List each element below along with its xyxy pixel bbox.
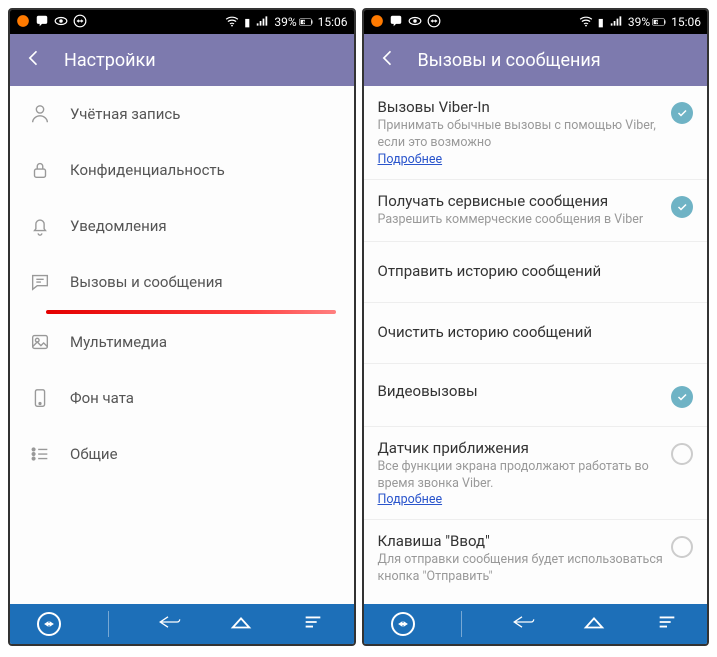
settings-label: Уведомления xyxy=(70,217,167,235)
user-icon xyxy=(28,102,52,126)
settings-row-general[interactable]: Общие xyxy=(10,426,354,482)
checkbox-checked-icon[interactable] xyxy=(671,386,693,408)
nav-back-icon[interactable] xyxy=(509,611,535,637)
battery-indicator: 39% xyxy=(274,15,312,29)
teamviewer-status-icon xyxy=(427,14,441,31)
item-subtitle: Для отправки сообщения будет использоват… xyxy=(378,552,664,586)
viber-icon xyxy=(389,14,403,31)
settings-label: Учётная запись xyxy=(70,105,180,123)
item-subtitle: Разрешить коммерческие сообщения в Viber xyxy=(378,212,664,229)
item-title: Очистить историю сообщений xyxy=(378,323,694,341)
teamviewer-nav-icon[interactable] xyxy=(37,612,61,636)
settings-list: Учётная запись Конфиденциальность Уведом… xyxy=(10,86,354,604)
settings-row-media[interactable]: Мультимедиа xyxy=(10,314,354,370)
item-video-calls[interactable]: Видеовызовы xyxy=(364,364,708,427)
viber-icon xyxy=(35,14,49,31)
item-viber-in[interactable]: Вызовы Viber-In Принимать обычные вызовы… xyxy=(364,86,708,180)
status-bar: ▮ 39% 15:06 xyxy=(10,10,354,34)
app-bar: Настройки xyxy=(10,34,354,86)
settings-label: Общие xyxy=(70,445,118,463)
item-title: Видеовызовы xyxy=(378,382,664,400)
signal-icon: ▮ xyxy=(244,16,250,29)
settings-label: Фон чата xyxy=(70,389,134,407)
item-title: Датчик приближения xyxy=(378,439,664,457)
item-link[interactable]: Подробнее xyxy=(378,492,664,507)
item-link[interactable]: Подробнее xyxy=(378,152,664,167)
settings-label: Конфиденциальность xyxy=(70,161,225,179)
item-service-messages[interactable]: Получать сервисные сообщения Разрешить к… xyxy=(364,180,708,242)
app-bar-title: Вызовы и сообщения xyxy=(418,50,601,71)
item-title: Вызовы Viber-In xyxy=(378,98,664,116)
settings-row-account[interactable]: Учётная запись xyxy=(10,86,354,142)
item-proximity[interactable]: Датчик приближения Все функции экрана пр… xyxy=(364,427,708,521)
signal-bars-icon xyxy=(255,14,269,31)
item-enter-key[interactable]: Клавиша "Ввод" Для отправки сообщения бу… xyxy=(364,520,708,598)
image-icon xyxy=(28,330,52,354)
signal-bars-icon xyxy=(609,14,623,31)
nav-recent-icon[interactable] xyxy=(654,611,680,637)
item-title: Отправить историю сообщений xyxy=(378,262,694,280)
signal-icon: ▮ xyxy=(598,16,604,29)
back-icon[interactable] xyxy=(378,48,398,73)
item-title: Получать сервисные сообщения xyxy=(378,192,664,210)
phone-left: ▮ 39% 15:06 Настройки Учётная запись Кон… xyxy=(8,8,356,646)
nav-bar xyxy=(10,604,354,644)
lock-icon xyxy=(28,158,52,182)
settings-label: Вызовы и сообщения xyxy=(70,273,223,291)
eye-icon xyxy=(408,14,422,31)
settings-row-background[interactable]: Фон чата xyxy=(10,370,354,426)
wifi-icon xyxy=(225,14,239,31)
clock: 15:06 xyxy=(671,15,701,29)
eye-icon xyxy=(54,14,68,31)
item-send-history[interactable]: Отправить историю сообщений xyxy=(364,242,708,303)
teamviewer-nav-icon[interactable] xyxy=(391,612,415,636)
checkbox-unchecked-icon[interactable] xyxy=(671,536,693,558)
list-icon xyxy=(28,442,52,466)
status-bar: ▮ 39% 15:06 xyxy=(364,10,708,34)
bell-icon xyxy=(28,214,52,238)
browser-icon xyxy=(370,14,384,31)
settings-label: Мультимедиа xyxy=(70,333,167,351)
browser-icon xyxy=(16,14,30,31)
item-subtitle: Принимать обычные вызовы с помощью Viber… xyxy=(378,118,664,152)
settings-row-privacy[interactable]: Конфиденциальность xyxy=(10,142,354,198)
chat-icon xyxy=(28,270,52,294)
battery-indicator: 39% xyxy=(628,15,666,29)
calls-messages-list: Вызовы Viber-In Принимать обычные вызовы… xyxy=(364,86,708,604)
checkbox-checked-icon[interactable] xyxy=(671,196,693,218)
item-title: Клавиша "Ввод" xyxy=(378,532,664,550)
item-subtitle: Все функции экрана продолжают работать в… xyxy=(378,459,664,493)
phone-icon xyxy=(28,386,52,410)
app-bar: Вызовы и сообщения xyxy=(364,34,708,86)
teamviewer-status-icon xyxy=(73,14,87,31)
settings-row-notifications[interactable]: Уведомления xyxy=(10,198,354,254)
nav-bar xyxy=(364,604,708,644)
nav-home-icon[interactable] xyxy=(581,611,607,637)
item-clear-history[interactable]: Очистить историю сообщений xyxy=(364,303,708,364)
back-icon[interactable] xyxy=(24,48,44,73)
nav-back-icon[interactable] xyxy=(155,611,181,637)
checkbox-checked-icon[interactable] xyxy=(671,102,693,124)
checkbox-unchecked-icon[interactable] xyxy=(671,443,693,465)
nav-home-icon[interactable] xyxy=(228,611,254,637)
clock: 15:06 xyxy=(318,15,348,29)
settings-row-calls-messages[interactable]: Вызовы и сообщения xyxy=(10,254,354,310)
app-bar-title: Настройки xyxy=(64,50,156,71)
nav-recent-icon[interactable] xyxy=(300,611,326,637)
phone-right: ▮ 39% 15:06 Вызовы и сообщения Вызовы Vi… xyxy=(362,8,710,646)
wifi-icon xyxy=(579,14,593,31)
